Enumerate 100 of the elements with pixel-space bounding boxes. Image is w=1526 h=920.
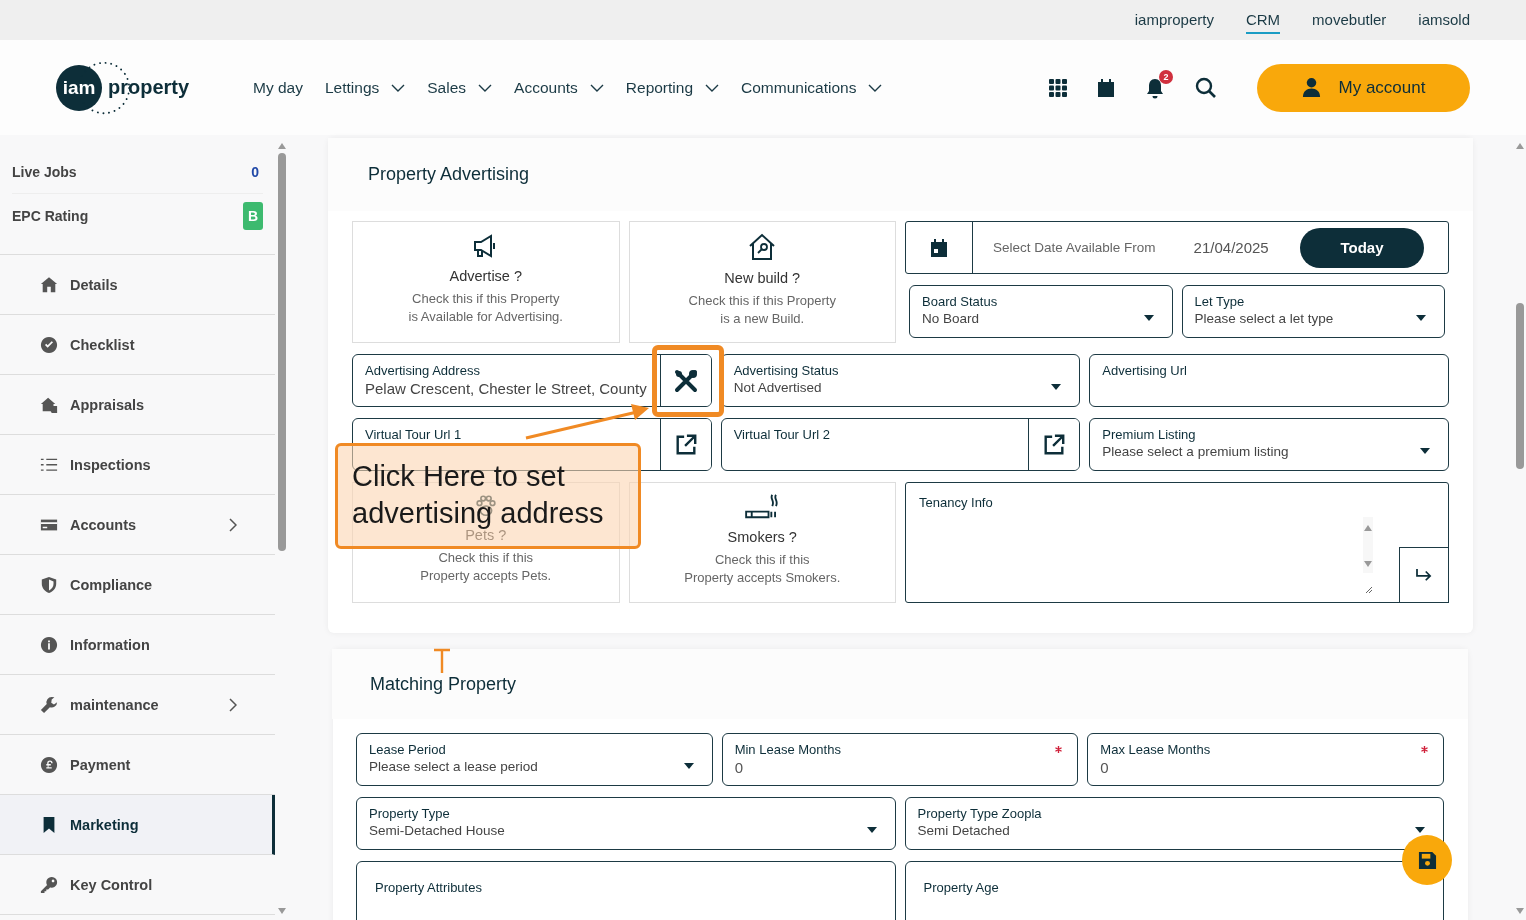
nav-menu-item[interactable]: Accounts (514, 78, 604, 97)
sidebar-item[interactable]: Accounts (0, 495, 275, 555)
nav-menu-item[interactable]: Lettings (324, 78, 406, 97)
calendar-icon[interactable] (1097, 77, 1115, 98)
field-label: Property Type (369, 806, 450, 821)
calendar-icon (930, 237, 948, 258)
scrollbar[interactable] (1363, 517, 1373, 573)
text-cursor-icon (433, 648, 451, 674)
nav-menu-item[interactable]: My day (253, 78, 303, 97)
logo-text: property (108, 76, 190, 99)
external-link-icon (673, 432, 698, 457)
field-value: Not Advertised (733, 380, 822, 395)
field-label: Virtual Tour Url 1 (365, 427, 462, 442)
nav-menu-item[interactable]: Communications (741, 78, 883, 97)
insert-button[interactable] (1399, 547, 1449, 603)
input-field[interactable]: Min Lease Months 0 (721, 733, 1079, 786)
option-description: Check this if this Property accepts Smokers. (684, 551, 841, 587)
field-value: Semi-Detached House (369, 823, 505, 838)
tools-button[interactable] (659, 355, 711, 406)
field-label: Lease Period (369, 742, 446, 757)
input-field[interactable]: Property Attributes (356, 861, 896, 920)
job-count: 0 (251, 163, 259, 180)
input-field[interactable]: Advertising Address Pelaw Crescent, Chester le Street, County (352, 354, 712, 407)
site-link[interactable]: CRM (1245, 6, 1281, 34)
caret-down-icon (1416, 315, 1426, 321)
dropdown-field[interactable]: Property Type Semi-Detached House (356, 797, 896, 850)
person-icon (1301, 77, 1321, 98)
field-label: Property Type Zoopla (917, 806, 1042, 821)
today-button[interactable]: Today (1300, 227, 1424, 268)
field-label: Virtual Tour Url 2 (733, 427, 830, 442)
sidebar-item[interactable]: Inspections (0, 435, 275, 495)
external-link-icon (1042, 432, 1067, 457)
shield-icon (40, 575, 58, 594)
site-link[interactable]: iamproperty (1134, 6, 1214, 34)
dropdown-field[interactable]: Board Status No Board (909, 285, 1173, 338)
pound-circle-icon (40, 755, 58, 774)
field-label: Board Status (922, 294, 998, 309)
nav-menu-item[interactable]: Sales (427, 78, 493, 97)
field-label: Property Age (923, 880, 999, 895)
sidebar-item[interactable]: Appraisals (0, 375, 275, 435)
field-value: 0 (734, 759, 743, 776)
date-field[interactable]: Select Date Available From 21/04/2025 Today (905, 221, 1449, 274)
summary-label: EPC Rating (12, 207, 89, 224)
section-title: Property Advertising (328, 138, 1473, 211)
field-label: Min Lease Months (734, 742, 841, 757)
option-title: Smokers ? (727, 529, 797, 545)
home-icon (40, 275, 58, 294)
field-label: Max Lease Months (1100, 742, 1211, 757)
caret-down-icon (1420, 448, 1430, 454)
sidebar-item[interactable]: Checklist (0, 315, 275, 375)
site-link[interactable]: movebutler (1312, 6, 1387, 34)
field-label: Premium Listing (1102, 427, 1196, 442)
check-circle-icon (40, 335, 58, 354)
return-arrow-icon (1415, 568, 1433, 582)
my-account-button[interactable]: My account (1257, 63, 1470, 112)
search-icon[interactable] (1195, 76, 1217, 99)
date-value: 21/04/2025 (1193, 239, 1269, 256)
dropdown-field[interactable]: Lease Period Please select a lease period (356, 733, 713, 786)
logo-badge: iam (56, 64, 102, 111)
sidebar-item[interactable]: Marketing (0, 795, 275, 855)
sidebar-item[interactable]: Key Control (0, 855, 275, 915)
bell-icon[interactable] (1145, 76, 1165, 99)
dropdown-field[interactable]: Premium Listing Please select a premium listing (1089, 418, 1449, 471)
field-label: Advertising Address (365, 363, 480, 378)
text-area[interactable]: Tenancy Info (905, 482, 1449, 603)
caret-down-icon (1415, 827, 1425, 833)
dropdown-field[interactable]: Let Type Please select a let type (1181, 285, 1445, 338)
field-label: Advertising Url (1102, 363, 1187, 378)
option-description: Check this if this Property accepts Pets. (420, 549, 552, 585)
open-link-button[interactable] (1028, 419, 1080, 470)
dropdown-field[interactable]: Property Type Zoopla Semi Detached (904, 797, 1444, 850)
resize-handle-icon[interactable] (1363, 584, 1373, 594)
field-value: Please select a let type (1194, 311, 1334, 326)
field-value: Pelaw Crescent, Chester le Street, County (365, 380, 647, 397)
field-value: Please select a premium listing (1102, 444, 1289, 459)
field-value: No Board (922, 311, 980, 326)
nav-menu-item[interactable]: Reporting (625, 78, 720, 97)
apps-grid-icon[interactable] (1049, 78, 1067, 97)
option-description: Check this if this Property is Available for Advertising. (408, 290, 563, 326)
option-title: Advertise ? (449, 268, 522, 284)
input-field[interactable]: Advertising Url (1089, 354, 1449, 407)
option-description: Check this if this Property is a new Build. (688, 292, 836, 328)
cigarette-icon (744, 493, 781, 521)
section-title: Matching Property (332, 649, 1468, 719)
option-card[interactable]: Advertise ? Check this if this Property is Available for Advertising. (352, 221, 620, 343)
site-link[interactable]: iamsold (1418, 6, 1470, 34)
option-card[interactable]: New build ? Check this if this Property is a new Build. (628, 221, 896, 343)
field-value: Semi Detached (917, 823, 1010, 838)
sidebar-item[interactable]: maintenance (0, 675, 275, 735)
field-value: 0 (1100, 759, 1109, 776)
input-field[interactable]: Property Age (904, 861, 1444, 920)
field-label: Let Type (1194, 294, 1245, 309)
input-field[interactable]: Max Lease Months 0 (1087, 733, 1444, 786)
sidebar-item[interactable]: Information (0, 615, 275, 675)
caret-down-icon (1143, 315, 1154, 321)
sidebar-item[interactable]: Compliance (0, 555, 275, 615)
input-field[interactable]: Virtual Tour Url 2 (720, 418, 1081, 471)
field-label: Property Attributes (375, 880, 482, 895)
sidebar-item[interactable]: Details (0, 255, 275, 315)
open-link-button[interactable] (659, 419, 711, 470)
